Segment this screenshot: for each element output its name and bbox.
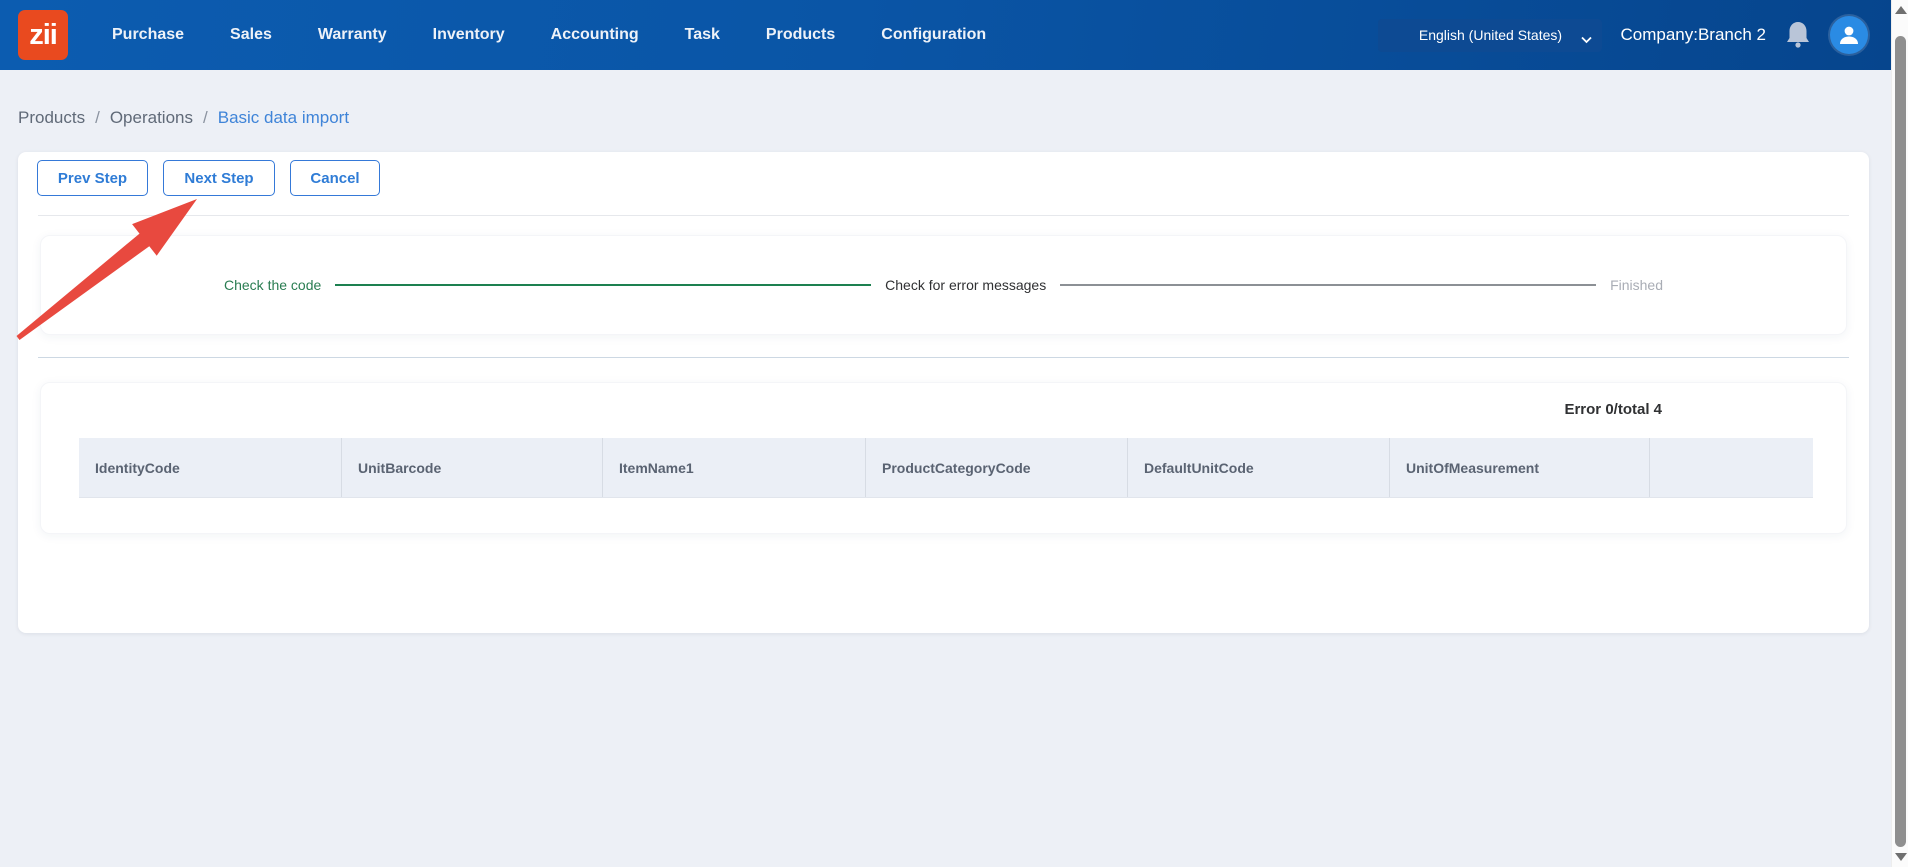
top-navbar: zii Purchase Sales Warranty Inventory Ac… bbox=[0, 0, 1891, 70]
navbar-right-cluster: English (United States) Company:Branch 2 bbox=[1378, 16, 1868, 54]
breadcrumb-basic-data-import: Basic data import bbox=[217, 108, 350, 127]
nav-item-accounting[interactable]: Accounting bbox=[551, 26, 639, 44]
step-check-the-code: Check the code bbox=[224, 277, 322, 293]
column-header-itemname1[interactable]: ItemName1 bbox=[603, 438, 866, 497]
language-select-value: English (United States) bbox=[1418, 27, 1563, 43]
chevron-down-icon bbox=[1581, 31, 1593, 47]
stepper-connector-done bbox=[335, 284, 872, 286]
column-header-unitofmeasurement[interactable]: UnitOfMeasurement bbox=[1390, 438, 1650, 497]
column-header-identitycode[interactable]: IdentityCode bbox=[79, 438, 342, 497]
breadcrumb-products[interactable]: Products bbox=[18, 108, 85, 128]
wizard-toolbar: Prev Step Next Step Cancel bbox=[37, 160, 380, 196]
nav-item-purchase[interactable]: Purchase bbox=[112, 26, 184, 44]
scrollbar-up-arrow-icon[interactable] bbox=[1895, 6, 1907, 14]
scrollbar-thumb[interactable] bbox=[1895, 36, 1906, 847]
user-avatar[interactable] bbox=[1830, 16, 1868, 54]
toolbar-divider bbox=[38, 215, 1849, 216]
step-finished: Finished bbox=[1610, 277, 1663, 293]
breadcrumb-separator: / bbox=[203, 108, 208, 127]
basic-data-import-card: Prev Step Next Step Cancel Check the cod… bbox=[18, 152, 1869, 633]
import-preview-panel: Error 0/total 4 IdentityCode UnitBarcode… bbox=[40, 382, 1847, 534]
step-check-for-errors: Check for error messages bbox=[885, 277, 1047, 293]
scrollbar-down-arrow-icon[interactable] bbox=[1895, 853, 1907, 861]
column-header-productcategorycode[interactable]: ProductCategoryCode bbox=[866, 438, 1128, 497]
nav-item-task[interactable]: Task bbox=[685, 26, 720, 44]
error-total-label: Error 0/total 4 bbox=[1564, 401, 1662, 418]
language-select[interactable]: English (United States) bbox=[1378, 18, 1603, 52]
stepper-connector-pending bbox=[1060, 284, 1597, 286]
bell-icon[interactable] bbox=[1784, 20, 1812, 50]
main-menu: Purchase Sales Warranty Inventory Accoun… bbox=[112, 26, 986, 44]
wizard-stepper: Check the code Check for error messages … bbox=[41, 277, 1846, 293]
next-step-button[interactable]: Next Step bbox=[163, 160, 275, 196]
nav-item-configuration[interactable]: Configuration bbox=[881, 26, 986, 44]
app-logo[interactable]: zii bbox=[18, 10, 68, 60]
vertical-scrollbar[interactable] bbox=[1891, 0, 1908, 867]
cancel-button[interactable]: Cancel bbox=[290, 160, 380, 196]
column-header-defaultunitcode[interactable]: DefaultUnitCode bbox=[1128, 438, 1390, 497]
nav-item-sales[interactable]: Sales bbox=[230, 26, 272, 44]
section-divider bbox=[38, 357, 1849, 358]
column-header-empty bbox=[1650, 438, 1813, 497]
wizard-stepper-panel: Check the code Check for error messages … bbox=[40, 235, 1847, 335]
column-header-unitbarcode[interactable]: UnitBarcode bbox=[342, 438, 603, 497]
breadcrumb-separator: / bbox=[95, 108, 100, 127]
company-branch-label: Company:Branch 2 bbox=[1620, 25, 1766, 44]
nav-item-inventory[interactable]: Inventory bbox=[433, 26, 505, 44]
prev-step-button[interactable]: Prev Step bbox=[37, 160, 148, 196]
nav-item-products[interactable]: Products bbox=[766, 26, 835, 44]
breadcrumb: Products / Operations / Basic data impor… bbox=[18, 108, 349, 128]
import-table-header-row: IdentityCode UnitBarcode ItemName1 Produ… bbox=[79, 438, 1813, 498]
nav-item-warranty[interactable]: Warranty bbox=[318, 26, 387, 44]
breadcrumb-operations[interactable]: Operations bbox=[110, 108, 193, 128]
